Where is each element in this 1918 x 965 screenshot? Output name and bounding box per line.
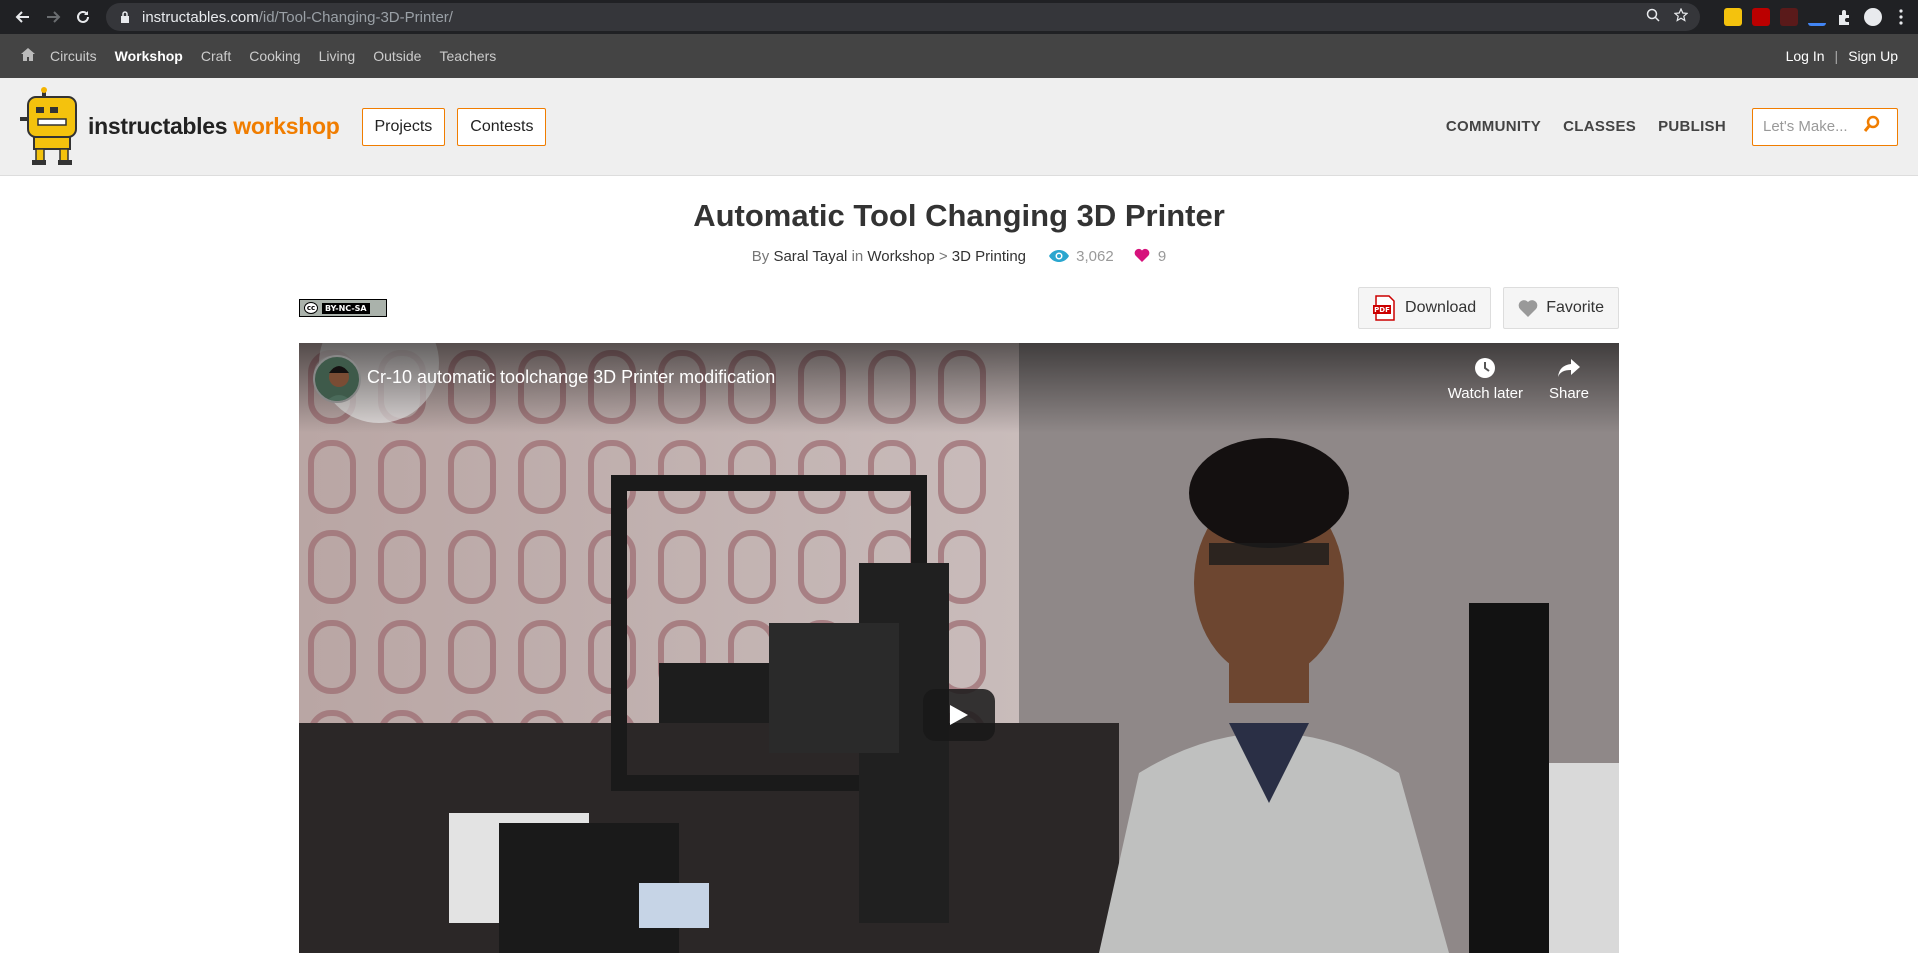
extension-blue-icon[interactable] bbox=[1808, 8, 1826, 26]
site-logo[interactable]: instructables workshop bbox=[20, 86, 340, 167]
nav-craft[interactable]: Craft bbox=[201, 48, 231, 64]
reload-icon[interactable] bbox=[68, 2, 98, 32]
favorite-button[interactable]: Favorite bbox=[1503, 287, 1619, 329]
url-host: instructables.com bbox=[142, 8, 259, 26]
nav-outside[interactable]: Outside bbox=[373, 48, 421, 64]
license-badge[interactable]: cc BY-NC-SA bbox=[299, 299, 387, 317]
page-title: Automatic Tool Changing 3D Printer bbox=[693, 198, 1225, 233]
site-search bbox=[1752, 107, 1898, 146]
video-thumbnail bbox=[299, 343, 1619, 953]
contests-button[interactable]: Contests bbox=[457, 107, 547, 146]
share-label: Share bbox=[1548, 385, 1589, 402]
search-icon[interactable] bbox=[1863, 115, 1881, 138]
share-button[interactable]: Share bbox=[1549, 357, 1589, 402]
profile-avatar-icon[interactable] bbox=[1864, 8, 1882, 26]
browser-toolbar: instructables.com/id/Tool-Changing-3D-Pr… bbox=[0, 0, 1918, 34]
favorite-heart-icon bbox=[1518, 299, 1538, 317]
article-content: Automatic Tool Changing 3D Printer By Sa… bbox=[299, 198, 1619, 953]
category-link[interactable]: Workshop bbox=[867, 248, 934, 265]
watch-later-button[interactable]: Watch later bbox=[1448, 357, 1523, 402]
publish-link[interactable]: PUBLISH bbox=[1658, 118, 1726, 135]
license-label: BY-NC-SA bbox=[322, 302, 370, 314]
views-count: 3,062 bbox=[1048, 248, 1118, 265]
article-meta: By Saral Tayal in Workshop > 3D Printing… bbox=[299, 248, 1619, 265]
watch-later-label: Watch later bbox=[1447, 385, 1523, 402]
views-eye-icon bbox=[1049, 250, 1070, 262]
nav-cooking[interactable]: Cooking bbox=[249, 48, 300, 64]
robot-logo-icon bbox=[20, 86, 77, 165]
bookmark-star-icon[interactable] bbox=[1673, 7, 1689, 26]
auth-separator: | bbox=[1834, 48, 1839, 64]
classes-link[interactable]: CLASSES bbox=[1563, 118, 1636, 135]
extensions-puzzle-icon[interactable] bbox=[1836, 8, 1854, 26]
lock-icon bbox=[118, 10, 132, 24]
views-value: 3,062 bbox=[1076, 248, 1114, 265]
breadcrumb-arrow: > bbox=[938, 248, 948, 265]
nav-living[interactable]: Living bbox=[319, 48, 356, 64]
svg-text:PDF: PDF bbox=[1374, 306, 1390, 314]
subcategory-link[interactable]: 3D Printing bbox=[952, 248, 1026, 265]
address-bar[interactable]: instructables.com/id/Tool-Changing-3D-Pr… bbox=[106, 3, 1700, 31]
nav-circuits[interactable]: Circuits bbox=[50, 48, 97, 64]
logo-text-main: instructables bbox=[88, 113, 228, 139]
browser-menu-icon[interactable] bbox=[1892, 8, 1910, 26]
play-button[interactable] bbox=[923, 689, 995, 741]
signup-link[interactable]: Sign Up bbox=[1848, 48, 1898, 64]
login-link[interactable]: Log In bbox=[1786, 48, 1825, 64]
forward-icon[interactable] bbox=[38, 2, 68, 32]
favorite-label: Favorite bbox=[1546, 299, 1604, 316]
site-header: instructables workshop Projects Contests … bbox=[0, 78, 1918, 176]
play-icon bbox=[950, 705, 968, 725]
likes-value: 9 bbox=[1157, 248, 1167, 265]
search-input[interactable] bbox=[1763, 118, 1863, 135]
extension-sticky-icon[interactable] bbox=[1724, 8, 1742, 26]
video-player[interactable]: Cr-10 automatic toolchange 3D Printer mo… bbox=[299, 343, 1619, 953]
video-title[interactable]: Cr-10 automatic toolchange 3D Printer mo… bbox=[367, 367, 775, 388]
channel-avatar[interactable] bbox=[313, 355, 361, 403]
pdf-icon: PDF bbox=[1373, 295, 1397, 321]
home-icon[interactable] bbox=[20, 47, 36, 65]
cc-icon: cc bbox=[304, 302, 318, 314]
back-icon[interactable] bbox=[8, 2, 38, 32]
likes-count: 9 bbox=[1134, 248, 1166, 265]
download-label: Download bbox=[1405, 299, 1477, 316]
nav-workshop[interactable]: Workshop bbox=[115, 48, 183, 64]
by-label: By bbox=[751, 248, 770, 265]
share-arrow-icon bbox=[1557, 359, 1580, 377]
heart-icon bbox=[1134, 248, 1150, 262]
author-link[interactable]: Saral Tayal bbox=[773, 248, 847, 265]
nav-teachers[interactable]: Teachers bbox=[439, 48, 496, 64]
projects-button[interactable]: Projects bbox=[361, 107, 446, 146]
clock-icon bbox=[1475, 358, 1496, 378]
site-top-nav: Circuits Workshop Craft Cooking Living O… bbox=[0, 34, 1918, 78]
extension-red-icon[interactable] bbox=[1780, 8, 1798, 26]
action-row: cc BY-NC-SA PDF Download Favorite bbox=[299, 287, 1619, 329]
zoom-icon[interactable] bbox=[1646, 8, 1660, 26]
logo-text-accent: workshop bbox=[233, 113, 340, 139]
url-path: /id/Tool-Changing-3D-Printer/ bbox=[258, 8, 453, 26]
video-top-overlay bbox=[299, 343, 1619, 433]
extension-ublock-icon[interactable] bbox=[1752, 8, 1770, 26]
community-link[interactable]: COMMUNITY bbox=[1446, 118, 1541, 135]
in-label: in bbox=[851, 248, 864, 265]
download-button[interactable]: PDF Download bbox=[1358, 287, 1492, 329]
